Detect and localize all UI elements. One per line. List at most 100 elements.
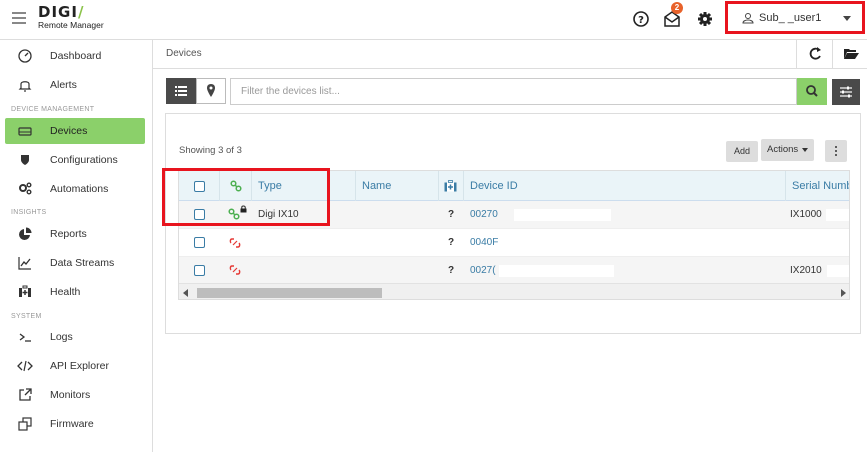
devices-card: Showing 3 of 3 Add Actions Type Name Dev… (165, 113, 861, 334)
folder-open-icon (844, 49, 859, 59)
sidebar-item-label: Reports (50, 228, 87, 240)
filter-settings-button[interactable] (832, 79, 860, 105)
horizontal-scrollbar[interactable] (179, 283, 849, 299)
column-serial-number[interactable]: Serial Numb (786, 171, 849, 201)
section-label-device-management: DEVICE MANAGEMENT (11, 106, 95, 113)
medkit-icon (444, 180, 457, 192)
sidebar-item-devices[interactable]: Devices (5, 118, 145, 144)
sliders-icon (840, 86, 852, 98)
app-logo[interactable]: DIGI/ Remote Manager (38, 4, 104, 30)
row-checkbox[interactable] (194, 237, 205, 248)
map-view-button[interactable] (196, 78, 226, 104)
row-checkbox[interactable] (194, 209, 205, 220)
refresh-button[interactable] (796, 40, 832, 69)
sidebar-item-label: Dashboard (50, 50, 102, 62)
sidebar-item-dashboard[interactable]: Dashboard (5, 43, 145, 69)
scroll-thumb[interactable] (197, 288, 382, 298)
sidebar-item-data-streams[interactable]: Data Streams (5, 250, 145, 276)
chevron-down-icon (843, 16, 851, 21)
medkit-icon (19, 285, 31, 297)
external-link-icon (19, 388, 32, 401)
kebab-dot (835, 150, 837, 152)
clone-icon (18, 417, 32, 431)
cell-serial-number: IX1000 (790, 209, 822, 220)
sidebar-item-label: Firmware (50, 418, 94, 430)
caret-down-icon (802, 148, 808, 152)
link-icon (230, 180, 242, 192)
gear-icon[interactable] (695, 9, 715, 29)
devices-table: Type Name Device ID Serial Numb Digi IX1… (178, 170, 850, 300)
dashboard-icon (18, 49, 32, 63)
help-icon[interactable]: ? (631, 9, 651, 29)
cell-serial-number: IX2010 (790, 265, 822, 276)
lock-icon (240, 205, 247, 213)
table-row[interactable]: ? 0040F (179, 229, 849, 257)
add-button[interactable]: Add (726, 141, 758, 162)
sidebar-item-label: Alerts (50, 79, 77, 91)
column-health[interactable] (439, 171, 464, 201)
shield-icon (21, 155, 29, 165)
sidebar-item-logs[interactable]: Logs (5, 324, 145, 350)
column-connection[interactable] (220, 171, 252, 201)
cell-device-id[interactable]: 0040F (470, 229, 498, 257)
svg-text:?: ? (638, 15, 644, 26)
pie-chart-icon (19, 227, 32, 240)
sidebar-item-label: Configurations (50, 154, 118, 166)
folder-button[interactable] (832, 40, 867, 69)
sidebar-item-health[interactable]: Health (5, 279, 145, 305)
cell-type: Digi IX10 (258, 209, 299, 220)
scroll-left-icon[interactable] (183, 289, 188, 297)
cell-device-id[interactable]: 0027( (470, 257, 496, 285)
device-icon (18, 127, 32, 136)
user-menu[interactable]: Sub_ _user1 (725, 1, 865, 34)
column-type[interactable]: Type (252, 171, 356, 201)
search-button[interactable] (797, 78, 827, 105)
terminal-icon (19, 333, 31, 342)
sidebar-item-monitors[interactable]: Monitors (5, 382, 145, 408)
user-icon (742, 13, 754, 24)
sidebar-item-reports[interactable]: Reports (5, 221, 145, 247)
column-device-id[interactable]: Device ID (464, 171, 786, 201)
select-all-checkbox[interactable] (194, 181, 205, 192)
table-header: Type Name Device ID Serial Numb (179, 171, 849, 201)
redaction-mask (499, 265, 614, 277)
actions-button[interactable]: Actions (761, 139, 814, 161)
user-name: Sub_ _user1 (759, 12, 822, 24)
section-label-system: SYSTEM (11, 313, 42, 320)
column-select[interactable] (179, 171, 220, 201)
cell-health: ? (448, 265, 455, 276)
list-view-button[interactable] (166, 78, 196, 104)
actions-label: Actions (767, 144, 799, 155)
kebab-dot (835, 146, 837, 148)
redaction-mask (827, 265, 849, 277)
sidebar-item-label: Automations (50, 183, 109, 195)
sidebar-item-automations[interactable]: Automations (5, 176, 145, 202)
scroll-right-icon[interactable] (841, 289, 846, 297)
cell-health: ? (448, 209, 455, 220)
sidebar-item-alerts[interactable]: Alerts (5, 72, 145, 98)
column-name[interactable]: Name (356, 171, 439, 201)
more-options-button[interactable] (825, 140, 847, 162)
sidebar: Dashboard Alerts DEVICE MANAGEMENT Devic… (0, 40, 153, 452)
breadcrumb: Devices (153, 40, 867, 69)
disconnected-icon (229, 265, 241, 275)
refresh-icon (809, 47, 821, 60)
hamburger-menu-icon[interactable] (12, 12, 26, 24)
logo-sub-text: Remote Manager (38, 20, 104, 30)
sidebar-item-label: Health (50, 286, 81, 298)
redaction-mask (826, 209, 849, 221)
map-marker-icon (207, 84, 215, 97)
sidebar-item-firmware[interactable]: Firmware (5, 411, 145, 437)
filter-devices-input[interactable] (230, 78, 797, 105)
cell-device-id[interactable]: 00270 (470, 201, 498, 229)
sidebar-item-api-explorer[interactable]: API Explorer (5, 353, 145, 379)
sidebar-item-label: Logs (50, 331, 73, 343)
row-checkbox[interactable] (194, 265, 205, 276)
table-row[interactable]: ? 0027( IX2010 (179, 257, 849, 285)
table-row[interactable]: Digi IX10 ? 00270 IX1000 (179, 201, 849, 229)
cell-health: ? (448, 237, 455, 248)
sidebar-item-label: Data Streams (50, 257, 115, 269)
sidebar-item-label: API Explorer (50, 360, 109, 372)
sidebar-item-configurations[interactable]: Configurations (5, 147, 145, 173)
redaction-mask (514, 209, 611, 221)
